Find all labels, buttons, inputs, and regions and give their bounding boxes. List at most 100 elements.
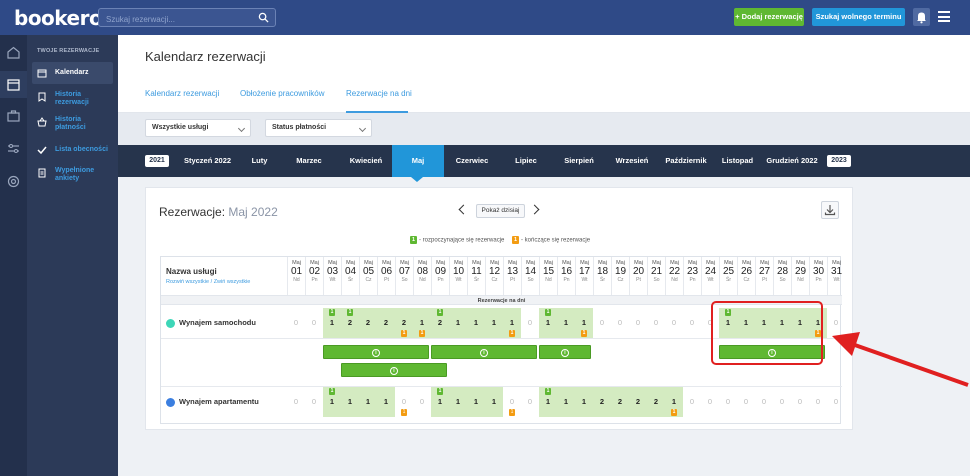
search-icon[interactable] <box>258 12 269 23</box>
day-count-cell[interactable]: 2 <box>593 387 611 417</box>
reservation-bar[interactable]: i <box>539 345 591 359</box>
settings-icon[interactable] <box>6 174 21 189</box>
day-count-cell[interactable]: 11 <box>503 308 521 338</box>
day-count-cell[interactable]: 21 <box>431 308 449 338</box>
day-count-cell[interactable]: 1 <box>557 308 575 338</box>
logo[interactable]: bookero <box>14 6 103 30</box>
day-count-cell[interactable]: 11 <box>431 387 449 417</box>
day-count-cell[interactable]: 1 <box>359 387 377 417</box>
search-box[interactable] <box>98 8 276 28</box>
day-count-cell[interactable]: 11 <box>665 387 683 417</box>
add-reservation-button[interactable]: + Dodaj rezerwację <box>734 8 804 26</box>
next-year-button[interactable]: 2023 <box>827 155 851 167</box>
day-count-cell[interactable]: 0 <box>683 387 701 417</box>
month-item[interactable]: Lipiec <box>501 145 551 177</box>
day-count-cell[interactable]: 0 <box>521 308 539 338</box>
day-count-cell[interactable]: 01 <box>395 387 413 417</box>
day-count-cell[interactable]: 0 <box>287 308 305 338</box>
day-count-cell[interactable]: 1 <box>575 387 593 417</box>
tab-staff-occupancy[interactable]: Obłożenie pracowników <box>240 89 325 98</box>
month-item[interactable]: Styczeń 2022 <box>180 145 235 177</box>
notifications-button[interactable] <box>913 8 930 26</box>
month-item[interactable]: Sierpień <box>553 145 605 177</box>
day-count-cell[interactable]: 11 <box>323 308 341 338</box>
day-count-cell[interactable]: 1 <box>485 387 503 417</box>
service-select[interactable]: Wszystkie usługi <box>145 119 251 137</box>
day-count-cell[interactable]: 1 <box>377 387 395 417</box>
day-count-cell[interactable]: 0 <box>305 308 323 338</box>
day-count-cell[interactable]: 2 <box>647 387 665 417</box>
day-count-cell[interactable]: 0 <box>809 387 827 417</box>
service-row-label[interactable]: Wynajem apartamentu <box>166 397 259 407</box>
show-today-button[interactable]: Pokaż dzisiaj <box>476 204 525 218</box>
day-count-cell[interactable]: 1 <box>449 308 467 338</box>
day-count-cell[interactable]: 0 <box>683 308 701 338</box>
day-count-cell[interactable]: 11 <box>539 387 557 417</box>
day-count-cell[interactable]: 0 <box>701 387 719 417</box>
day-count-cell[interactable]: 0 <box>755 387 773 417</box>
month-item[interactable]: Marzec <box>284 145 334 177</box>
month-item[interactable]: Wrzesień <box>606 145 658 177</box>
payment-status-select[interactable]: Status płatności <box>265 119 372 137</box>
day-count-cell[interactable]: 21 <box>395 308 413 338</box>
briefcase-icon[interactable] <box>6 108 21 123</box>
chevron-right-icon[interactable] <box>529 204 540 215</box>
day-count-cell[interactable]: 0 <box>305 387 323 417</box>
day-count-cell[interactable]: 2 <box>377 308 395 338</box>
month-item[interactable]: Luty <box>242 145 277 177</box>
day-count-cell[interactable]: 1 <box>485 308 503 338</box>
download-button[interactable] <box>821 201 839 219</box>
day-count-cell[interactable]: 0 <box>287 387 305 417</box>
sidebar-item-attendance[interactable]: Lista obecności <box>32 144 113 158</box>
day-count-cell[interactable]: 11 <box>413 308 431 338</box>
day-count-cell[interactable]: 0 <box>413 387 431 417</box>
month-item[interactable]: Październik <box>658 145 714 177</box>
day-count-cell[interactable]: 1 <box>341 387 359 417</box>
calendar-rail-item[interactable] <box>0 71 27 98</box>
day-count-cell[interactable]: 0 <box>827 387 845 417</box>
find-free-slot-button[interactable]: Szukaj wolnego terminu <box>812 8 905 26</box>
month-item[interactable]: Listopad <box>715 145 760 177</box>
service-row-label[interactable]: Wynajem samochodu <box>166 318 256 328</box>
day-count-cell[interactable]: 11 <box>323 387 341 417</box>
day-count-cell[interactable]: 0 <box>593 308 611 338</box>
month-item[interactable]: Czerwiec <box>449 145 495 177</box>
menu-icon[interactable] <box>938 11 950 22</box>
day-count-cell[interactable]: 0 <box>791 387 809 417</box>
day-count-cell[interactable]: 1 <box>467 387 485 417</box>
sliders-icon[interactable] <box>6 141 21 156</box>
day-count-cell[interactable]: 0 <box>665 308 683 338</box>
day-count-cell[interactable]: 0 <box>521 387 539 417</box>
day-count-cell[interactable]: 0 <box>719 387 737 417</box>
day-count-cell[interactable]: 2 <box>611 387 629 417</box>
tab-reservations-by-day[interactable]: Rezerwacje na dni <box>346 89 412 98</box>
sidebar-item-reservation-history[interactable]: Historia rezerwacji <box>32 90 113 110</box>
day-count-cell[interactable]: 0 <box>611 308 629 338</box>
day-count-cell[interactable]: 01 <box>503 387 521 417</box>
day-count-cell[interactable]: 2 <box>629 387 647 417</box>
day-count-cell[interactable]: 0 <box>647 308 665 338</box>
collapse-all-link[interactable]: Zwiń wszystkie <box>214 279 251 285</box>
day-count-cell[interactable]: 1 <box>557 387 575 417</box>
reservation-bar[interactable]: i <box>341 363 447 377</box>
day-count-cell[interactable]: 1 <box>467 308 485 338</box>
sidebar-item-surveys[interactable]: Wypełnione ankiety <box>32 166 113 186</box>
day-count-cell[interactable]: 21 <box>341 308 359 338</box>
month-item-active[interactable]: Maj <box>392 145 444 177</box>
day-count-cell[interactable]: 0 <box>737 387 755 417</box>
month-item[interactable]: Grudzień 2022 <box>764 145 820 177</box>
month-item[interactable]: Kwiecień <box>340 145 392 177</box>
day-count-cell[interactable]: 0 <box>629 308 647 338</box>
reservation-bar[interactable]: i <box>323 345 429 359</box>
tab-calendar[interactable]: Kalendarz rezerwacji <box>145 89 219 98</box>
chevron-left-icon[interactable] <box>458 204 469 215</box>
day-count-cell[interactable]: 11 <box>575 308 593 338</box>
sidebar-item-payment-history[interactable]: Historia płatności <box>32 115 113 135</box>
day-count-cell[interactable]: 0 <box>773 387 791 417</box>
expand-all-link[interactable]: Rozwiń wszystkie <box>166 279 209 285</box>
day-count-cell[interactable]: 11 <box>539 308 557 338</box>
reservation-bar[interactable]: i <box>431 345 537 359</box>
prev-year-button[interactable]: 2021 <box>145 155 169 167</box>
home-icon[interactable] <box>6 45 21 60</box>
day-count-cell[interactable]: 1 <box>449 387 467 417</box>
